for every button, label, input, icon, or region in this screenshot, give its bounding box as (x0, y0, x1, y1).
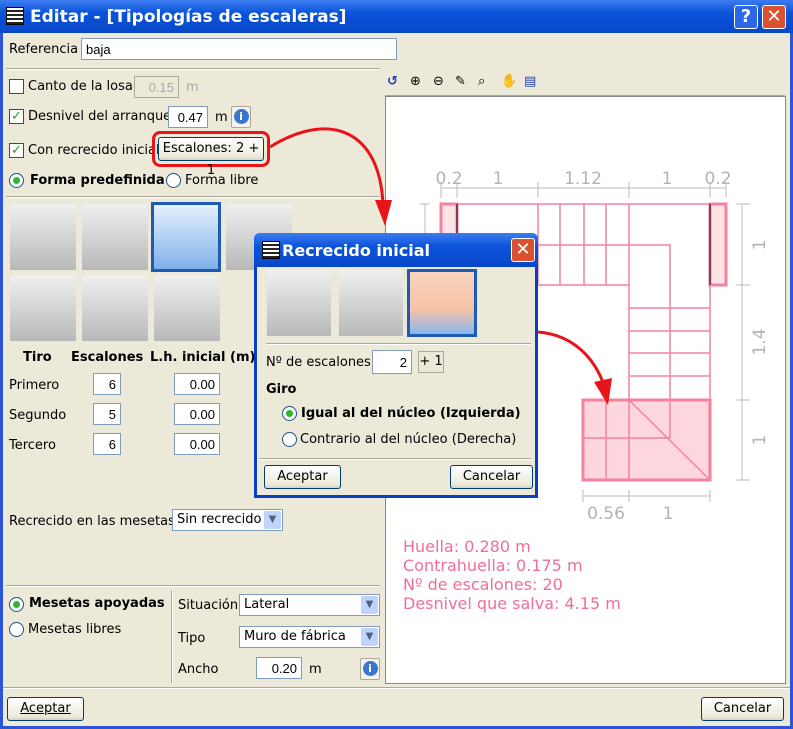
dialog-title-bar: Recrecido inicial (254, 233, 538, 267)
dim-top: 1 (662, 169, 673, 189)
info-escalones: Nº de escalones: 20 (403, 575, 563, 594)
giro-contrario-label: Contrario al del núcleo (Derecha) (300, 432, 517, 447)
plus-one-label: + 1 (418, 351, 444, 373)
landing (581, 398, 712, 482)
dim-right: 1 (750, 240, 770, 251)
dim-top: 0.2 (435, 169, 462, 189)
dim-right: 1 (750, 435, 770, 446)
giro-igual-radio[interactable] (282, 406, 297, 421)
info-huella: Huella: 0.280 m (403, 537, 531, 556)
divider (259, 458, 531, 460)
recrecido-type-1[interactable] (267, 270, 331, 336)
n-escalones-label: Nº de escalones (266, 355, 371, 370)
dim-top: 1 (493, 169, 504, 189)
giro-contrario-radio[interactable] (282, 432, 297, 447)
giro-label: Giro (266, 382, 297, 397)
dialog-close-button[interactable]: ✕ (511, 238, 535, 262)
dim-top: 0.2 (704, 169, 731, 189)
giro-igual-label: Igual al del núcleo (Izquierda) (301, 406, 521, 421)
dim-top: 1.12 (564, 169, 602, 189)
info-desnivel: Desnivel que salva: 4.15 m (403, 594, 621, 613)
app-icon (262, 241, 280, 259)
dim-bottom: 0.56 (587, 504, 625, 524)
wall-right (708, 202, 728, 287)
popup-aceptar-button[interactable]: Aceptar (264, 465, 341, 489)
info-contrahuella: Contrahuella: 0.175 m (403, 556, 583, 575)
recrecido-type-3-selected[interactable] (407, 269, 477, 337)
n-escalones-input[interactable] (372, 350, 412, 374)
popup-cancelar-button[interactable]: Cancelar (450, 465, 533, 489)
dim-bottom: 1 (663, 504, 674, 524)
divider (266, 343, 531, 345)
recrecido-type-2[interactable] (339, 270, 403, 336)
dialog-title: Recrecido inicial (282, 241, 430, 260)
dim-right: 1.4 (750, 328, 770, 355)
recrecido-dialog: Recrecido inicial ✕ Nº de escalones + 1 … (254, 233, 538, 498)
